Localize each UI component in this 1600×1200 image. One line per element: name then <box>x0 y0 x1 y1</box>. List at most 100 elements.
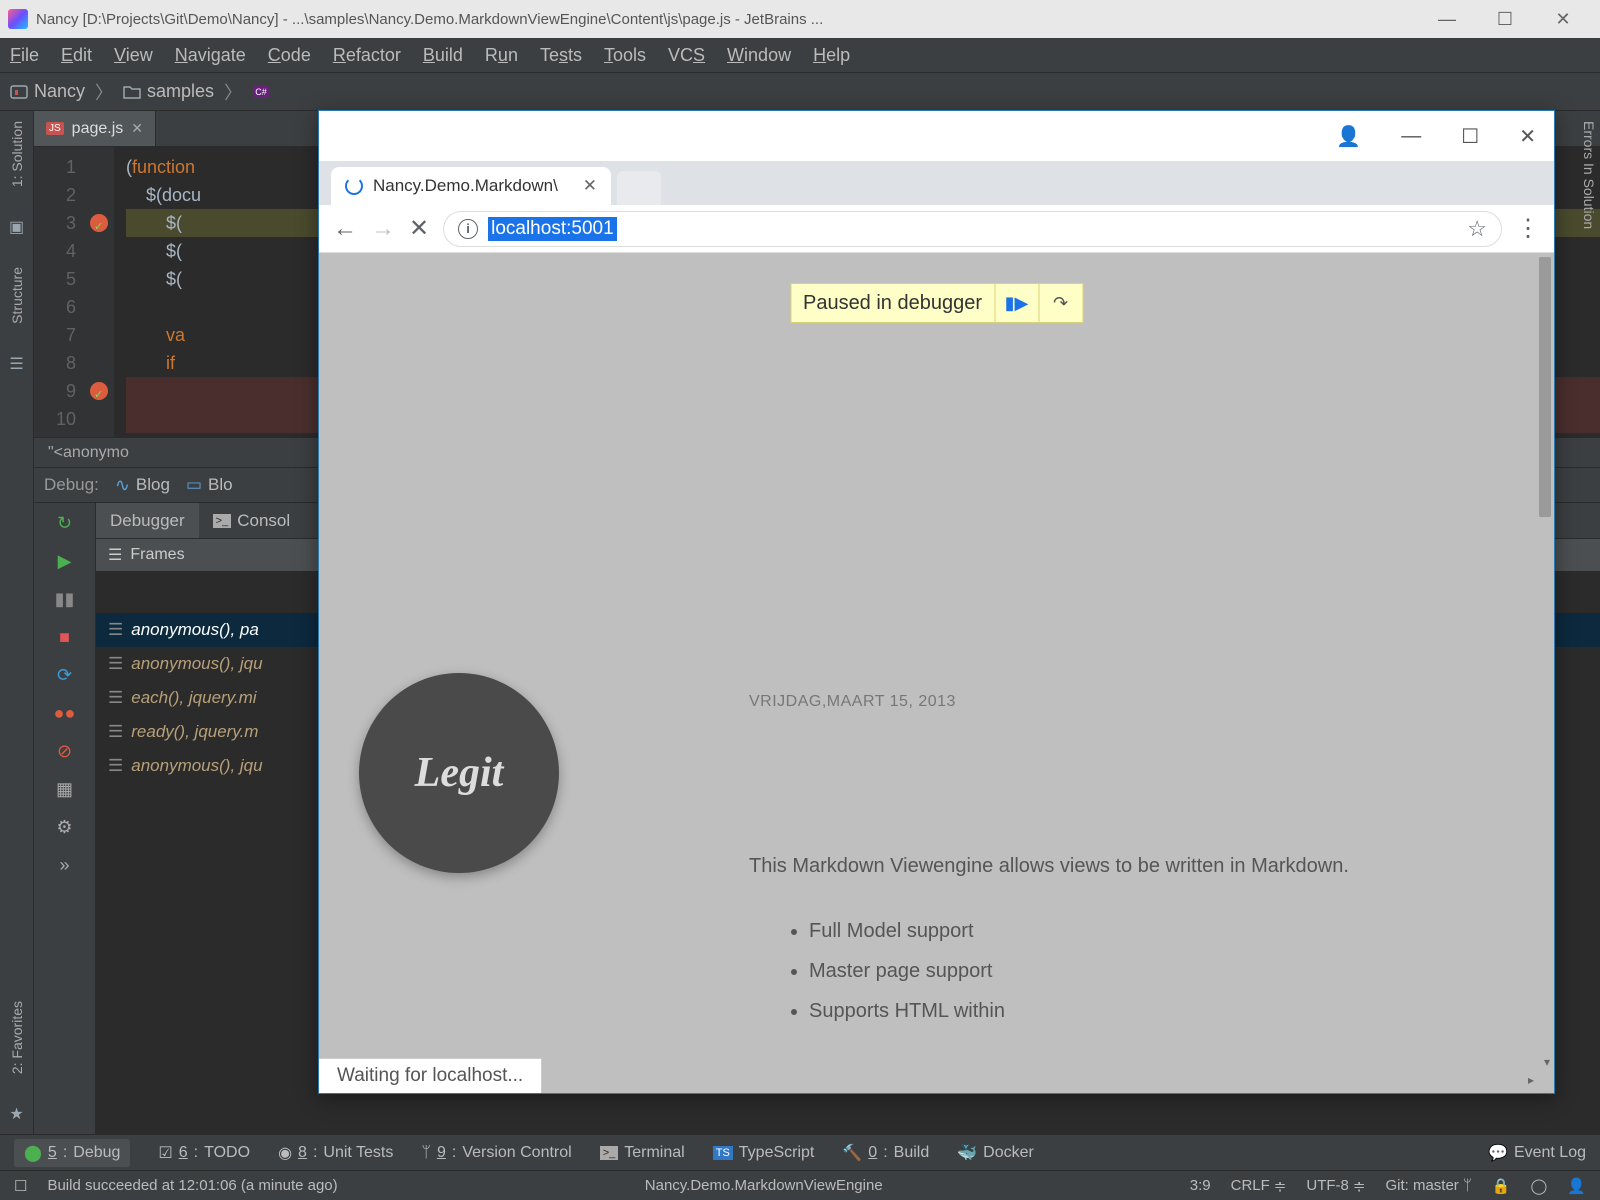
frames-icon: ☰ <box>108 545 122 565</box>
menu-vcs[interactable]: VCS <box>668 45 705 66</box>
build-icon: 🔨 <box>842 1143 862 1163</box>
tool-errors[interactable]: Errors In Solution <box>1581 121 1597 229</box>
debug-config[interactable]: ∿ Blog <box>115 475 170 496</box>
debug-label: Debug: <box>44 475 99 495</box>
bookmark-star-icon[interactable]: ☆ <box>1467 216 1487 242</box>
breakpoint-gutter[interactable] <box>84 147 114 437</box>
line-ending[interactable]: CRLF≑ <box>1231 1177 1287 1195</box>
tool-build[interactable]: 🔨 0: Build <box>842 1143 929 1163</box>
browser-viewport: Paused in debugger ▮▶ ↷ Legit VRIJDAG,MA… <box>319 253 1554 1093</box>
status-context: Nancy.Demo.MarkdownViewEngine <box>645 1177 883 1194</box>
browser-url-input[interactable]: i localhost:5001 ☆ <box>443 211 1502 247</box>
browser-close-button[interactable]: ✕ <box>1519 124 1536 149</box>
js-file-icon: JS <box>46 122 64 135</box>
lock-icon[interactable]: 🔒 <box>1492 1177 1511 1195</box>
crumb-folder[interactable]: samples <box>123 81 214 102</box>
browser-minimize-button[interactable]: — <box>1401 125 1421 148</box>
rerun-button[interactable]: ↻ <box>53 511 77 535</box>
site-info-icon[interactable]: i <box>458 219 478 239</box>
browser-address-bar: ← → ✕ i localhost:5001 ☆ ⋮ <box>319 205 1554 253</box>
tool-solution[interactable]: 1: Solution <box>9 121 25 187</box>
browser-tab-close-icon[interactable]: ✕ <box>583 176 597 196</box>
frame-icon: ☰ <box>108 620 123 640</box>
frame-icon: ☰ <box>108 654 123 674</box>
menu-file[interactable]: File <box>10 45 39 66</box>
list-item: Master page support <box>809 951 1514 991</box>
encoding[interactable]: UTF-8≑ <box>1306 1177 1365 1195</box>
tests-icon: ◉ <box>278 1143 292 1163</box>
list-item: Full Model support <box>809 911 1514 951</box>
browser-window: 👤 — ☐ ✕ Nancy.Demo.Markdown\ ✕ ← → ✕ i l… <box>318 110 1555 1094</box>
menu-navigate[interactable]: Navigate <box>175 45 246 66</box>
solution-icon[interactable]: ▣ <box>9 217 24 237</box>
debug-icon: ⬤ <box>24 1143 42 1163</box>
left-tool-strip: 1: Solution ▣ Structure ☰ 2: Favorites ★ <box>0 111 34 1134</box>
menu-edit[interactable]: Edit <box>61 45 92 66</box>
mute-bp-button[interactable]: ⊘ <box>53 739 77 763</box>
restart-button[interactable]: ⟳ <box>53 663 77 687</box>
close-button[interactable]: ✕ <box>1534 9 1592 30</box>
tool-todo[interactable]: ☑ 6: TODO <box>158 1143 250 1163</box>
main-menu: File Edit View Navigate Code Refactor Bu… <box>0 38 1600 73</box>
git-branch[interactable]: Git: master ᛘ <box>1385 1177 1471 1194</box>
tab-close-icon[interactable]: ✕ <box>131 120 143 137</box>
window-titlebar: Nancy [D:\Projects\Git\Demo\Nancy] - ...… <box>0 0 1600 38</box>
browser-tab-title: Nancy.Demo.Markdown\ <box>373 176 558 196</box>
menu-run[interactable]: Run <box>485 45 518 66</box>
structure-icon[interactable]: ☰ <box>9 354 23 374</box>
tab-console[interactable]: >_ Consol <box>199 503 304 538</box>
minimize-button[interactable]: — <box>1418 9 1476 30</box>
breakpoints-button[interactable]: ●● <box>53 701 77 725</box>
crumb-more[interactable]: C# <box>252 85 270 99</box>
menu-help[interactable]: Help <box>813 45 850 66</box>
tab-debugger[interactable]: Debugger <box>96 503 199 538</box>
browser-new-tab-button[interactable] <box>617 171 661 205</box>
debugger-step-button[interactable]: ↷ <box>1038 284 1082 322</box>
menu-build[interactable]: Build <box>423 45 463 66</box>
resume-button[interactable]: ▶ <box>53 549 77 573</box>
bottom-toolbar: ⬤ 5: Debug ☑ 6: TODO ◉ 8: Unit Tests ᛘ 9… <box>0 1134 1600 1170</box>
svg-text:C#: C# <box>255 87 267 97</box>
browser-tab[interactable]: Nancy.Demo.Markdown\ ✕ <box>331 167 611 205</box>
browser-stop-button[interactable]: ✕ <box>409 214 429 243</box>
menu-tools[interactable]: Tools <box>604 45 646 66</box>
vcs-icon: ᛘ <box>421 1144 431 1162</box>
window-title: Nancy [D:\Projects\Git\Demo\Nancy] - ...… <box>36 11 1418 28</box>
menu-tests[interactable]: Tests <box>540 45 582 66</box>
menu-view[interactable]: View <box>114 45 153 66</box>
run-config-icon: ▭ <box>186 475 202 495</box>
browser-menu-button[interactable]: ⋮ <box>1516 214 1540 243</box>
tool-event-log[interactable]: 💬 Event Log <box>1488 1143 1586 1163</box>
stop-button[interactable]: ■ <box>53 625 77 649</box>
people-icon[interactable]: 👤 <box>1567 1177 1586 1195</box>
menu-window[interactable]: Window <box>727 45 791 66</box>
vertical-scrollbar[interactable]: ▾ <box>1536 253 1554 1071</box>
tool-vcs[interactable]: ᛘ 9: Version Control <box>421 1144 571 1162</box>
tool-docker[interactable]: 🐳 Docker <box>957 1143 1034 1163</box>
layout-button[interactable]: ▦ <box>53 777 77 801</box>
tool-favorites[interactable]: 2: Favorites <box>9 1001 25 1074</box>
progress-icon: ◯ <box>1531 1177 1548 1195</box>
editor-tab[interactable]: JS page.js ✕ <box>34 111 156 146</box>
debugger-resume-button[interactable]: ▮▶ <box>994 284 1038 322</box>
browser-forward-button: → <box>371 215 395 243</box>
crumb-project[interactable]: Nancy <box>10 81 85 102</box>
browser-maximize-button[interactable]: ☐ <box>1461 124 1479 149</box>
caret-position[interactable]: 3:9 <box>1190 1177 1211 1194</box>
browser-profile-icon[interactable]: 👤 <box>1336 124 1361 149</box>
tool-terminal[interactable]: >_ Terminal <box>600 1144 685 1162</box>
expand-button[interactable]: » <box>53 853 77 877</box>
maximize-button[interactable]: ☐ <box>1476 9 1534 30</box>
browser-back-button[interactable]: ← <box>333 215 357 243</box>
pause-button[interactable]: ▮▮ <box>53 587 77 611</box>
tool-debug[interactable]: ⬤ 5: Debug <box>14 1139 130 1167</box>
menu-refactor[interactable]: Refactor <box>333 45 401 66</box>
browser-titlebar: 👤 — ☐ ✕ <box>319 111 1554 161</box>
favorites-icon[interactable]: ★ <box>9 1104 23 1124</box>
debug-config-2[interactable]: ▭ Blo <box>186 475 233 495</box>
settings-button[interactable]: ⚙ <box>53 815 77 839</box>
tool-unit-tests[interactable]: ◉ 8: Unit Tests <box>278 1143 393 1163</box>
menu-code[interactable]: Code <box>268 45 311 66</box>
tool-typescript[interactable]: TS TypeScript <box>713 1144 815 1162</box>
tool-structure[interactable]: Structure <box>9 267 25 324</box>
